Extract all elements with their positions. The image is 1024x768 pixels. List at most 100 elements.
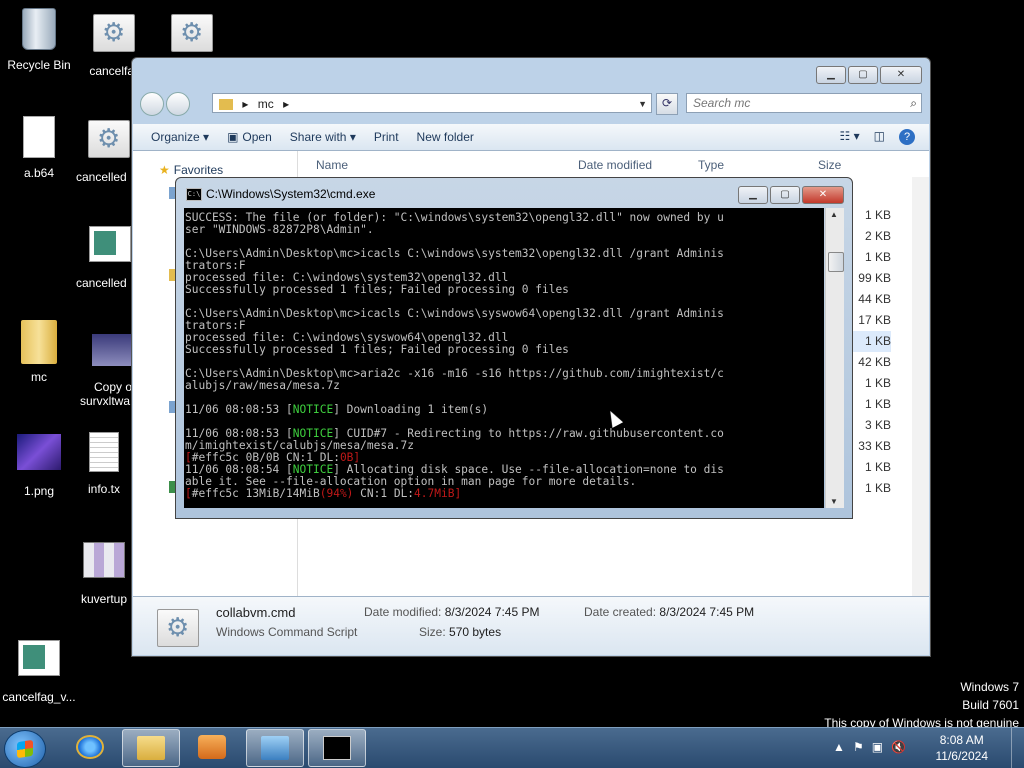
forward-arrow-icon[interactable] xyxy=(166,92,190,116)
desktop-icon-label: Recycle Bin xyxy=(7,58,71,72)
help-icon[interactable]: ? xyxy=(899,129,915,145)
breadcrumb-chevron[interactable]: ▸ xyxy=(242,97,248,111)
text-file-icon xyxy=(89,432,119,472)
desktop-icon-1-png[interactable]: 1.png xyxy=(0,428,78,498)
script-file-icon xyxy=(93,14,135,52)
share-with-button[interactable]: Share with ▾ xyxy=(290,130,356,144)
desktop-icon-label: 1.png xyxy=(23,484,55,498)
desktop-icon-label: mc xyxy=(31,370,47,384)
clock[interactable]: 8:08 AM 11/6/2024 xyxy=(936,732,989,764)
explorer-scrollbar[interactable] xyxy=(912,177,929,597)
maximize-button[interactable]: ▢ xyxy=(770,186,800,204)
desktop-icon-label: kuvertup xyxy=(80,592,128,606)
console-output[interactable]: SUCCESS: The file (or folder): "C:\windo… xyxy=(184,208,824,508)
breadcrumb-chevron[interactable]: ▸ xyxy=(283,97,289,111)
folder-icon xyxy=(21,320,57,364)
console-text: 11/06 08:08:53 [ xyxy=(185,403,293,416)
folder-icon xyxy=(137,736,165,760)
start-button[interactable] xyxy=(4,730,46,768)
nav-favorites[interactable]: ★ Favorites xyxy=(159,163,223,177)
star-icon: ★ xyxy=(159,163,170,177)
show-desktop-button[interactable] xyxy=(1011,728,1024,768)
column-name[interactable]: Name xyxy=(316,158,348,172)
navigation-bar: ▸ mc ▸ ▼ ⟳ Search mc ⌕ xyxy=(140,90,922,118)
watermark-line: Windows 7 xyxy=(960,680,1019,694)
column-headers: Name Date modified Type Size xyxy=(298,155,929,177)
preview-pane-icon[interactable]: ◫ xyxy=(874,129,885,145)
new-folder-label: New folder xyxy=(416,130,474,144)
desktop-icon-info-txt[interactable]: info.tx xyxy=(76,428,132,496)
view-options-icon[interactable]: ☷ ▾ xyxy=(840,129,860,145)
print-label: Print xyxy=(373,130,399,144)
desktop-icon-a-b64[interactable]: a.b64 xyxy=(0,114,78,180)
desktop-icon-script[interactable] xyxy=(154,8,232,64)
cmd-title: C:\Windows\System32\cmd.exe xyxy=(206,187,376,201)
address-bar[interactable]: ▸ mc ▸ ▼ xyxy=(212,93,652,113)
close-button[interactable]: ✕ xyxy=(880,66,922,84)
maximize-button[interactable]: ▢ xyxy=(848,66,878,84)
desktop-icon-label: cancelled xyxy=(76,170,127,184)
folder-icon xyxy=(219,99,233,111)
breadcrumb-mc[interactable]: mc xyxy=(258,97,274,111)
refresh-icon[interactable]: ⟳ xyxy=(656,93,678,115)
desktop-icon-label: cancelfag_v... xyxy=(2,690,76,704)
console-line: C:\Users\Admin\Desktop\mc>icacls C:\wind… xyxy=(185,307,724,320)
minimize-button[interactable]: ▁ xyxy=(738,186,768,204)
desktop-icon-recycle-bin[interactable]: Recycle Bin xyxy=(0,8,78,72)
blank-file-icon xyxy=(23,116,55,158)
chevron-down-icon[interactable]: ▼ xyxy=(638,94,647,114)
taskbar-control-panel[interactable] xyxy=(246,729,304,767)
console-text: [ xyxy=(185,487,192,500)
console-text: ] Downloading 1 item(s) xyxy=(333,403,489,416)
explorer-titlebar[interactable]: ▁ ▢ ✕ xyxy=(132,58,930,88)
taskbar-media-player[interactable] xyxy=(184,729,240,765)
scroll-thumb[interactable] xyxy=(828,252,844,272)
show-hidden-icons-icon[interactable]: ▲ xyxy=(833,740,853,754)
column-size[interactable]: Size xyxy=(818,158,841,172)
cmd-titlebar[interactable]: C:\ C:\Windows\System32\cmd.exe ▁ ▢ ✕ xyxy=(176,178,852,208)
new-folder-button[interactable]: New folder xyxy=(417,130,474,144)
volume-muted-icon[interactable]: 🔇 xyxy=(891,740,914,754)
close-button[interactable]: ✕ xyxy=(802,186,844,204)
taskbar-cmd[interactable] xyxy=(308,729,366,767)
network-icon[interactable]: ▣ xyxy=(872,740,891,754)
open-icon: ▣ xyxy=(227,130,239,144)
open-label: Open xyxy=(242,130,272,144)
taskbar: ▲⚑▣🔇 8:08 AM 11/6/2024 xyxy=(0,727,1024,768)
search-input[interactable]: Search mc ⌕ xyxy=(686,93,922,113)
desktop-icon-cancelled-2[interactable]: cancelled xyxy=(76,218,132,290)
action-center-flag-icon[interactable]: ⚑ xyxy=(853,740,872,754)
desktop-icon-cancelled-1[interactable]: cancelled xyxy=(76,114,132,184)
minimize-button[interactable]: ▁ xyxy=(816,66,846,84)
cmd-scrollbar[interactable]: ▲ ▼ xyxy=(825,208,844,508)
search-icon[interactable]: ⌕ xyxy=(910,94,917,112)
taskbar-explorer[interactable] xyxy=(122,729,180,767)
recycle-bin-icon xyxy=(22,8,56,50)
scroll-up-icon[interactable]: ▲ xyxy=(830,210,838,219)
desktop-icon-cancelfag-v[interactable]: cancelfag_v... xyxy=(0,632,78,704)
organize-label: Organize xyxy=(151,130,200,144)
open-button[interactable]: ▣ Open xyxy=(227,130,272,144)
column-type[interactable]: Type xyxy=(698,158,724,172)
desktop-icon-label: survxltwa xyxy=(80,394,131,408)
cmd-window[interactable]: C:\ C:\Windows\System32\cmd.exe ▁ ▢ ✕ SU… xyxy=(175,177,853,519)
print-button[interactable]: Print xyxy=(374,130,399,144)
cmd-icon: C:\ xyxy=(186,188,202,201)
share-label: Share with xyxy=(289,130,347,144)
taskbar-ie[interactable] xyxy=(62,729,118,765)
details-pane: collabvm.cmd Windows Command Script Date… xyxy=(133,596,929,655)
desktop-icon-kuvertup[interactable]: kuvertup xyxy=(76,534,132,606)
chevron-down-icon: ▾ xyxy=(349,130,356,144)
column-date-modified[interactable]: Date modified xyxy=(578,158,652,172)
video-thumbnail-icon xyxy=(92,334,132,366)
desktop-icon-mc[interactable]: mc xyxy=(0,320,78,384)
console-line: Successfully processed 1 files; Failed p… xyxy=(185,343,569,356)
scroll-down-icon[interactable]: ▼ xyxy=(830,497,838,506)
back-arrow-icon[interactable] xyxy=(140,92,164,116)
organize-button[interactable]: Organize ▾ xyxy=(151,130,209,144)
chevron-down-icon: ▾ xyxy=(203,130,210,144)
selected-file-name: collabvm.cmd xyxy=(216,605,296,620)
console-line: C:\Users\Admin\Desktop\mc>icacls C:\wind… xyxy=(185,247,724,260)
desktop-icon-copy[interactable]: Copy o survxltwa xyxy=(76,326,132,408)
watermark-line: Build 7601 xyxy=(962,698,1019,712)
